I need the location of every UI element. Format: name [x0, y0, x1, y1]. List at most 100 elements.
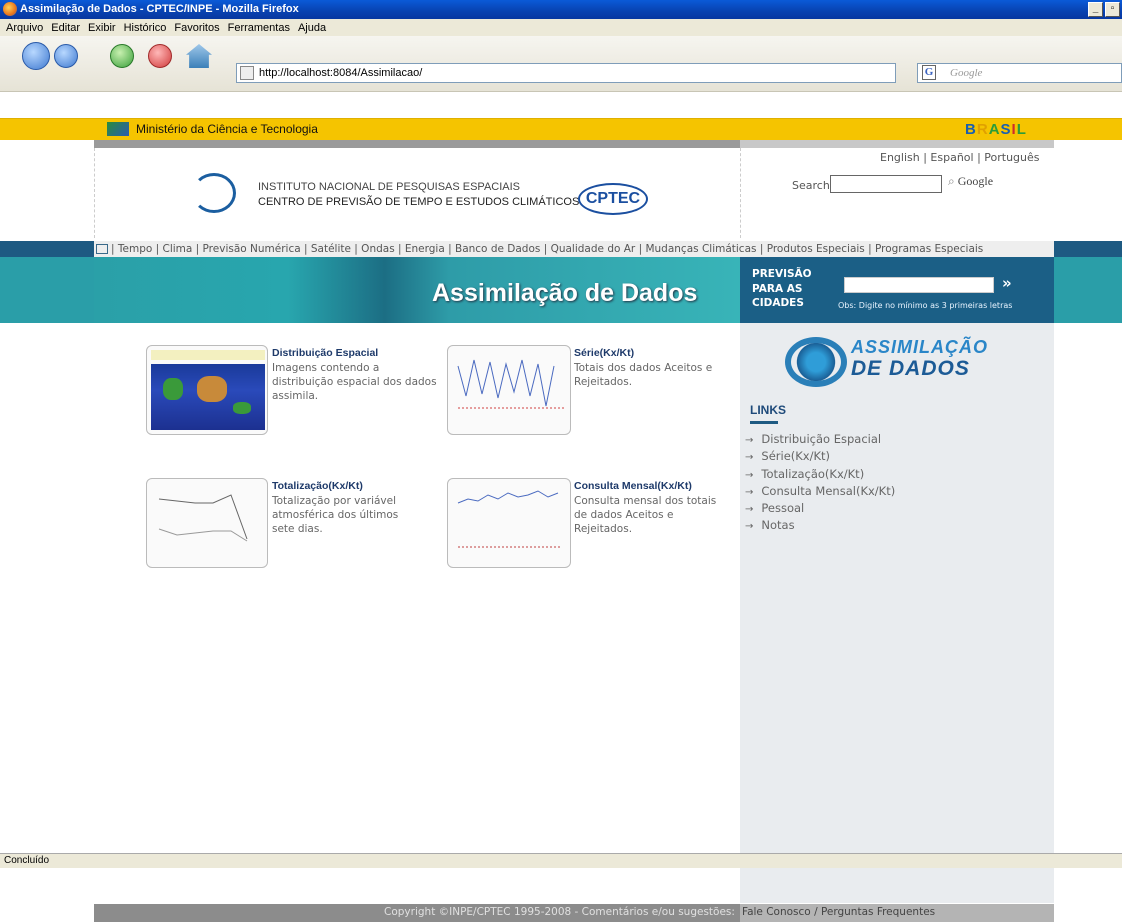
city-forecast-label: PREVISÃO PARA AS CIDADES — [752, 267, 812, 311]
consulta-line — [457, 490, 559, 504]
land-shape — [197, 376, 227, 402]
site-search-input[interactable] — [830, 175, 942, 193]
url-text: http://localhost:8084/Assimilacao/ — [259, 67, 423, 79]
status-text: Concluído — [4, 855, 50, 866]
window-controls: _ ▫ — [1088, 2, 1120, 17]
contact-links[interactable]: Fale Conosco / Perguntas Frequentes — [742, 906, 935, 918]
assimilacao-logo-line2: DE DADOS — [851, 357, 970, 380]
stop-button[interactable] — [148, 44, 172, 68]
totalizacao-chart-thumbnail — [158, 494, 248, 542]
menu-editar[interactable]: Editar — [47, 22, 84, 34]
institute-line-2: CENTRO DE PREVISÃO DE TEMPO E ESTUDOS CL… — [258, 196, 580, 208]
totalizacao-line-2 — [158, 528, 248, 542]
sidebar-link-totalizacao[interactable]: → Totalização(Kx/Kt) — [745, 466, 895, 483]
thumb-totalizacao[interactable] — [146, 478, 268, 568]
search-label: Search: — [792, 179, 834, 192]
copyright-text: Copyright ©INPE/CPTEC 1995-2008 - Coment… — [384, 906, 735, 918]
banner-title: Assimilação de Dados — [432, 279, 698, 307]
gov-bar: Ministério da Ciência e Tecnologia BRASI… — [0, 118, 1122, 140]
links-underline — [750, 421, 778, 424]
topnav-links[interactable]: | Tempo | Clima | Previsão Numérica | Sa… — [111, 243, 983, 255]
menu-bar: Arquivo Editar Exibir Histórico Favorito… — [0, 19, 1122, 36]
menu-ferramentas[interactable]: Ferramentas — [224, 22, 294, 34]
card-desc-serie: Totais dos dados Aceitos e Rejeitados. — [574, 362, 713, 388]
sidebar-link-label: Totalização(Kx/Kt) — [761, 466, 865, 481]
arrow-right-icon: → — [745, 486, 754, 498]
sidebar-link-label: Distribuição Espacial — [761, 432, 882, 446]
cptec-logo[interactable]: CPTEC — [578, 183, 648, 215]
sidebar-link-distribuicao[interactable]: → Distribuição Espacial — [745, 431, 895, 448]
city-input[interactable] — [844, 277, 994, 293]
minimize-button[interactable]: _ — [1088, 2, 1103, 17]
page-content: Ministério da Ciência e Tecnologia BRASI… — [0, 93, 1122, 922]
inpe-logo[interactable] — [192, 173, 236, 213]
menu-ajuda[interactable]: Ajuda — [294, 22, 330, 34]
reload-button[interactable] — [110, 44, 134, 68]
city-forecast-label-line3: CIDADES — [752, 297, 804, 309]
serie-chart-thumbnail — [457, 359, 566, 409]
magnifier-icon: ⌕ — [948, 174, 958, 188]
google-engine-icon[interactable]: G — [922, 65, 936, 80]
topnav: | Tempo | Clima | Previsão Numérica | Sa… — [94, 241, 1054, 257]
menu-favoritos[interactable]: Favoritos — [170, 22, 223, 34]
address-bar[interactable]: http://localhost:8084/Assimilacao/ — [236, 63, 896, 83]
window-title-bar: Assimilação de Dados - CPTEC/INPE - Mozi… — [0, 0, 1122, 19]
card-title-distribuicao[interactable]: Distribuição Espacial — [272, 347, 378, 359]
card-desc-distribuicao: Imagens contendo a distribuição espacial… — [272, 362, 437, 402]
land-shape — [233, 402, 251, 414]
forward-button[interactable] — [54, 44, 78, 68]
google-search-button[interactable]: ⌕ Google — [948, 174, 993, 189]
status-bar: Concluído — [0, 853, 1122, 868]
browser-search-box[interactable]: G Google — [917, 63, 1122, 83]
sidebar-link-label: Consulta Mensal(Kx/Kt) — [761, 483, 896, 498]
maximize-button[interactable]: ▫ — [1105, 2, 1120, 17]
links-list: → Distribuição Espacial → Série(Kx/Kt) → To… — [745, 431, 895, 535]
ministry-logo-icon — [107, 122, 129, 136]
browser-search-placeholder: Google — [950, 67, 983, 79]
home-icon[interactable] — [96, 244, 108, 254]
card-title-totalizacao[interactable]: Totalização(Kx/Kt) — [272, 480, 363, 492]
ministry-name[interactable]: Ministério da Ciência e Tecnologia — [136, 122, 318, 136]
window-title: Assimilação de Dados - CPTEC/INPE - Mozi… — [20, 3, 299, 15]
header-rule — [94, 140, 740, 148]
assimilacao-logo-line1: ASSIMILAÇÃO — [851, 337, 988, 357]
sidebar-link-serie[interactable]: → Série(Kx/Kt) — [745, 448, 895, 465]
header-rule-right — [740, 140, 1054, 148]
arrow-right-icon: → — [745, 469, 754, 481]
home-icon[interactable] — [186, 44, 212, 68]
menu-exibir[interactable]: Exibir — [84, 22, 120, 34]
sidebar-link-notas[interactable]: → Notas — [745, 517, 895, 534]
sidebar-link-consulta[interactable]: → Consulta Mensal(Kx/Kt) — [745, 483, 895, 500]
firefox-icon — [3, 2, 17, 16]
back-button[interactable] — [22, 42, 50, 70]
assimilacao-logo-icon — [785, 337, 847, 387]
thumb-distribuicao-espacial[interactable] — [146, 345, 268, 435]
sidebar-link-label: Notas — [761, 518, 795, 533]
city-input-hint: Obs: Digite no mínimo as 3 primeiras let… — [838, 301, 1013, 310]
land-shape — [163, 378, 183, 400]
thumb-serie[interactable] — [447, 345, 571, 435]
arrow-right-icon: → — [745, 521, 754, 533]
thumb-header — [151, 350, 265, 360]
brasil-logo[interactable]: BRASIL — [965, 121, 1031, 139]
city-go-button[interactable]: » — [1002, 274, 1012, 292]
menu-historico[interactable]: Histórico — [120, 22, 171, 34]
city-forecast-label-line1: PREVISÃO — [752, 268, 812, 280]
city-forecast-label-line2: PARA AS — [752, 282, 803, 295]
card-title-serie[interactable]: Série(Kx/Kt) — [574, 347, 634, 359]
consulta-chart-thumbnail — [457, 490, 562, 548]
assimilacao-logo: ASSIMILAÇÃO DE DADOS — [785, 333, 988, 397]
language-links[interactable]: English | Español | Português — [880, 151, 1040, 164]
thumb-consulta-mensal[interactable] — [447, 478, 571, 568]
sidebar-link-label: Série(Kx/Kt) — [761, 449, 831, 464]
institute-line-1: INSTITUTO NACIONAL DE PESQUISAS ESPACIAI… — [258, 181, 521, 193]
card-desc-consulta: Consulta mensal dos totais de dados Acei… — [574, 495, 717, 535]
arrow-right-icon: → — [745, 504, 754, 516]
card-title-consulta[interactable]: Consulta Mensal(Kx/Kt) — [574, 480, 692, 492]
sidebar-link-label: Pessoal — [761, 501, 805, 516]
menu-arquivo[interactable]: Arquivo — [2, 22, 47, 34]
favicon-icon — [240, 66, 254, 80]
sidebar — [740, 323, 1054, 903]
sidebar-link-pessoal[interactable]: → Pessoal — [745, 500, 895, 517]
card-desc-totalizacao: Totalização por variável atmosférica dos… — [272, 495, 399, 535]
